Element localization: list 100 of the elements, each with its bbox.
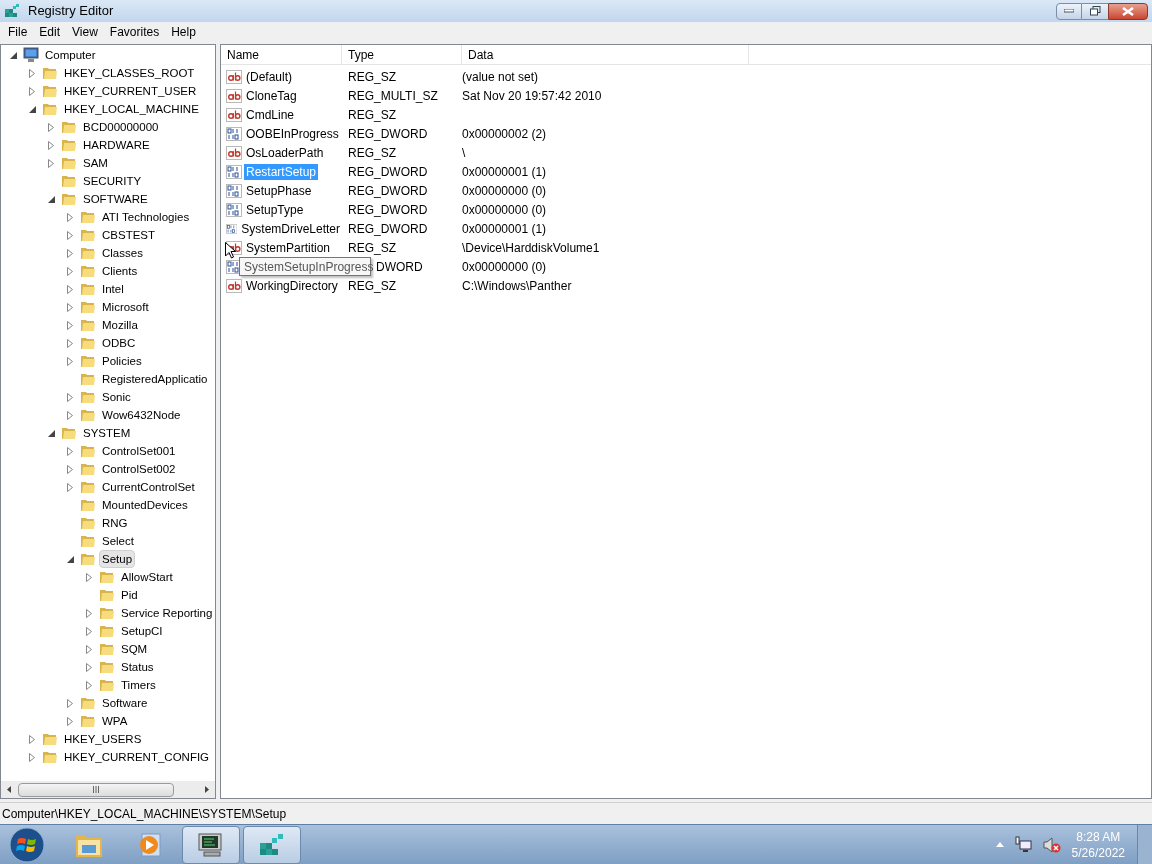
collapsed-arrow-icon[interactable]	[67, 482, 73, 492]
tree-item[interactable]: Wow6432Node	[99, 406, 184, 424]
collapsed-arrow-icon[interactable]	[67, 356, 73, 366]
tree-item[interactable]: SOFTWARE	[80, 190, 151, 208]
expanded-arrow-icon[interactable]	[66, 555, 74, 563]
expanded-arrow-icon[interactable]	[47, 195, 55, 203]
tree-item[interactable]: AllowStart	[118, 568, 176, 586]
tree-item[interactable]: Policies	[99, 352, 145, 370]
tree-item[interactable]: CBSTEST	[99, 226, 159, 244]
value-name[interactable]: OsLoaderPath	[244, 144, 326, 161]
collapsed-arrow-icon[interactable]	[67, 212, 73, 222]
collapsed-arrow-icon[interactable]	[67, 302, 73, 312]
value-name[interactable]: CloneTag	[244, 87, 299, 104]
menu-item[interactable]: File	[2, 23, 34, 41]
tree-item[interactable]: Timers	[118, 676, 159, 694]
value-name[interactable]: (Default)	[244, 68, 294, 85]
tree-item[interactable]: HKEY_CURRENT_USER	[61, 82, 200, 100]
collapsed-arrow-icon[interactable]	[67, 284, 73, 294]
volume-muted-icon[interactable]	[1041, 835, 1062, 854]
tree-item[interactable]: Pid	[118, 586, 141, 604]
tree-item[interactable]: RNG	[99, 514, 131, 532]
value-name[interactable]: OOBEInProgress	[244, 125, 341, 142]
expanded-arrow-icon[interactable]	[9, 51, 17, 59]
collapsed-arrow-icon[interactable]	[86, 572, 92, 582]
tree-item[interactable]: SYSTEM	[80, 424, 134, 442]
menu-item[interactable]: Edit	[33, 23, 67, 41]
tree-item[interactable]: SetupCI	[118, 622, 166, 640]
tree-item[interactable]: HKEY_CURRENT_CONFIG	[61, 748, 213, 766]
value-name[interactable]: SystemDriveLetter	[239, 220, 342, 237]
tree-item[interactable]: ODBC	[99, 334, 139, 352]
collapsed-arrow-icon[interactable]	[67, 410, 73, 420]
collapsed-arrow-icon[interactable]	[29, 734, 35, 744]
collapsed-arrow-icon[interactable]	[48, 140, 54, 150]
tree-item[interactable]: Software	[99, 694, 151, 712]
value-name[interactable]: WorkingDirectory	[244, 277, 340, 294]
close-button[interactable]	[1108, 2, 1148, 20]
tree-item[interactable]: Intel	[99, 280, 127, 298]
collapsed-arrow-icon[interactable]	[86, 644, 92, 654]
collapsed-arrow-icon[interactable]	[67, 248, 73, 258]
tree-item[interactable]: RegisteredApplicatio	[99, 370, 211, 388]
collapsed-arrow-icon[interactable]	[67, 266, 73, 276]
expanded-arrow-icon[interactable]	[28, 105, 36, 113]
menu-item[interactable]: Help	[165, 23, 202, 41]
collapsed-arrow-icon[interactable]	[67, 338, 73, 348]
tree-item[interactable]: ATI Technologies	[99, 208, 193, 226]
tree-item[interactable]: WPA	[99, 712, 131, 730]
column-header[interactable]: Name	[221, 45, 342, 64]
tree-item[interactable]: HKEY_CLASSES_ROOT	[61, 64, 198, 82]
tree-item[interactable]: Status	[118, 658, 157, 676]
tree-item[interactable]: Computer	[42, 46, 99, 64]
horizontal-scrollbar[interactable]	[1, 781, 215, 798]
collapsed-arrow-icon[interactable]	[67, 446, 73, 456]
tree-item[interactable]: ControlSet001	[99, 442, 179, 460]
taskbar-button[interactable]	[182, 825, 240, 864]
tree-item[interactable]: HARDWARE	[80, 136, 153, 154]
collapsed-arrow-icon[interactable]	[48, 122, 54, 132]
collapsed-arrow-icon[interactable]	[29, 752, 35, 762]
tree-item[interactable]: SECURITY	[80, 172, 145, 190]
tree-item[interactable]: SAM	[80, 154, 111, 172]
tree-item[interactable]: Clients	[99, 262, 141, 280]
expanded-arrow-icon[interactable]	[47, 429, 55, 437]
tree-item[interactable]: Mozilla	[99, 316, 141, 334]
tree-item[interactable]: CurrentControlSet	[99, 478, 198, 496]
column-header[interactable]: Data	[462, 45, 749, 64]
tree-item[interactable]: MountedDevices	[99, 496, 191, 514]
show-desktop-button[interactable]	[1137, 824, 1152, 864]
tree-item[interactable]: Select	[99, 532, 137, 550]
tree-item[interactable]: SQM	[118, 640, 151, 658]
collapsed-arrow-icon[interactable]	[86, 608, 92, 618]
tree-item[interactable]: Microsoft	[99, 298, 152, 316]
collapsed-arrow-icon[interactable]	[29, 86, 35, 96]
collapsed-arrow-icon[interactable]	[67, 698, 73, 708]
restore-button[interactable]	[1082, 2, 1108, 20]
network-icon[interactable]	[1013, 835, 1032, 854]
tree-item[interactable]: ControlSet002	[99, 460, 179, 478]
collapsed-arrow-icon[interactable]	[86, 662, 92, 672]
tree-item[interactable]: HKEY_USERS	[61, 730, 145, 748]
value-name[interactable]: SystemPartition	[244, 239, 333, 256]
collapsed-arrow-icon[interactable]	[29, 68, 35, 78]
show-hidden-icons-icon[interactable]	[995, 842, 1004, 847]
menu-item[interactable]: Favorites	[103, 23, 166, 41]
menu-item[interactable]: View	[66, 23, 104, 41]
collapsed-arrow-icon[interactable]	[67, 320, 73, 330]
tree-item[interactable]: Service Reporting	[118, 604, 215, 622]
tree-item[interactable]: BCD00000000	[80, 118, 162, 136]
value-name[interactable]: SetupType	[244, 201, 306, 218]
column-header[interactable]: Type	[342, 45, 462, 64]
collapsed-arrow-icon[interactable]	[67, 716, 73, 726]
collapsed-arrow-icon[interactable]	[67, 464, 73, 474]
collapsed-arrow-icon[interactable]	[67, 230, 73, 240]
collapsed-arrow-icon[interactable]	[86, 680, 92, 690]
tree-item[interactable]: Setup	[99, 550, 136, 568]
scrollbar-thumb[interactable]	[18, 782, 174, 797]
collapsed-arrow-icon[interactable]	[48, 158, 54, 168]
value-name[interactable]: SetupPhase	[244, 182, 314, 199]
value-name[interactable]: CmdLine	[244, 106, 297, 123]
collapsed-arrow-icon[interactable]	[67, 392, 73, 402]
tree-item[interactable]: HKEY_LOCAL_MACHINE	[61, 100, 202, 118]
tree-item[interactable]: Classes	[99, 244, 146, 262]
tree-item[interactable]: Sonic	[99, 388, 134, 406]
